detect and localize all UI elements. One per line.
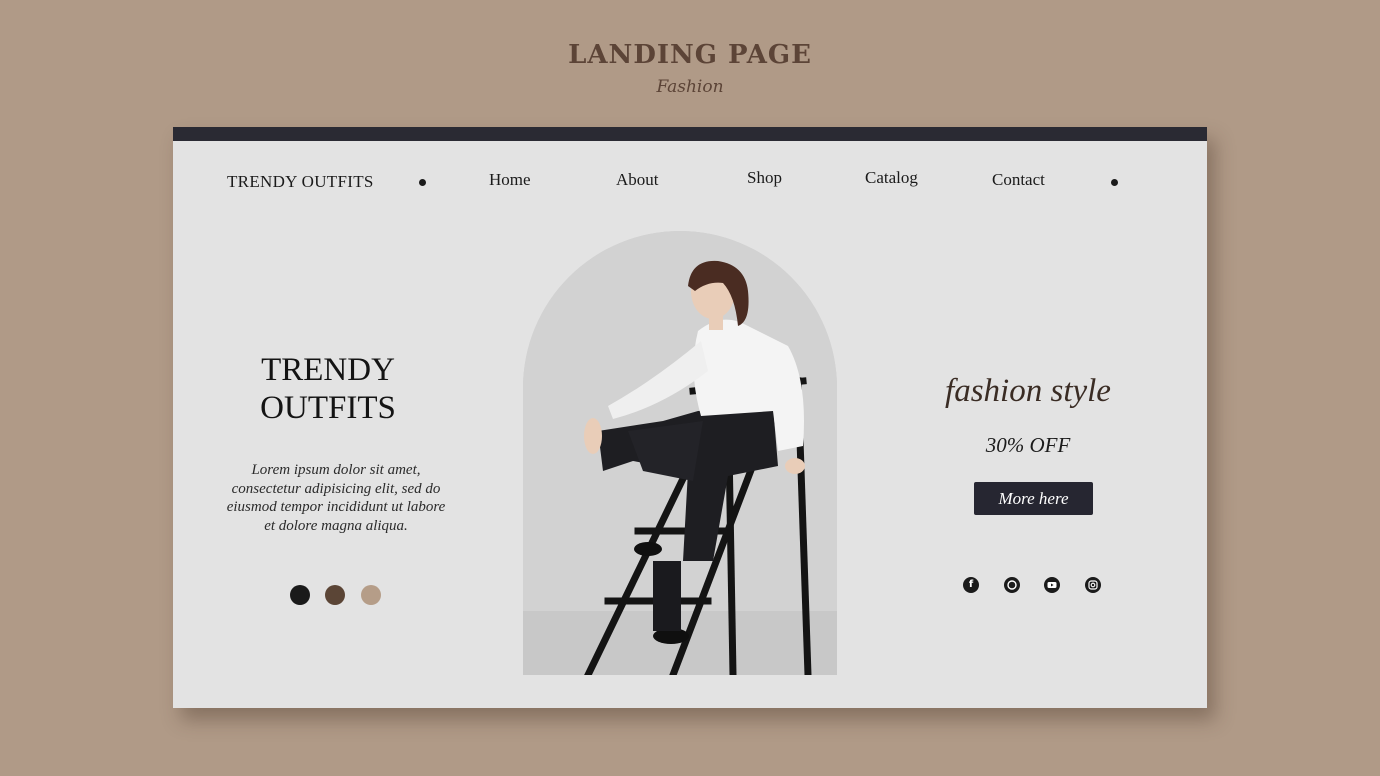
- color-swatch-black[interactable]: [290, 585, 310, 605]
- instagram-icon[interactable]: [1085, 577, 1101, 593]
- nav-item-about[interactable]: About: [616, 170, 659, 190]
- hero-title: TRENDY OUTFITS: [233, 351, 423, 427]
- youtube-icon[interactable]: [1044, 577, 1060, 593]
- nav-item-shop[interactable]: Shop: [747, 168, 782, 188]
- nav-item-catalog[interactable]: Catalog: [865, 168, 918, 188]
- more-here-button[interactable]: More here: [974, 482, 1093, 515]
- promo-discount: 30% OFF: [985, 433, 1071, 457]
- color-swatch-brown[interactable]: [325, 585, 345, 605]
- whatsapp-icon[interactable]: [1004, 577, 1020, 593]
- landing-page-mockup: TRENDY OUTFITS Home About Shop Catalog C…: [173, 127, 1207, 708]
- nav-dot-right: [1111, 179, 1118, 186]
- hero-title-line1: TRENDY: [261, 352, 395, 388]
- nav-dot-left: [419, 179, 426, 186]
- facebook-icon[interactable]: f: [963, 577, 979, 593]
- hero-title-line2: OUTFITS: [260, 390, 396, 426]
- hero-description: Lorem ipsum dolor sit amet, consectetur …: [226, 462, 446, 534]
- color-swatch-beige[interactable]: [361, 585, 381, 605]
- page-header-subtitle: Fashion: [656, 77, 724, 97]
- hero-model-image: [523, 231, 837, 675]
- promo-title: fashion style: [945, 373, 1111, 409]
- nav-item-home[interactable]: Home: [489, 170, 531, 190]
- page-header-title: LANDING PAGE: [568, 40, 812, 70]
- brand-logo[interactable]: TRENDY OUTFITS: [227, 172, 374, 192]
- nav-item-contact[interactable]: Contact: [992, 170, 1045, 190]
- browser-top-bar: [173, 127, 1207, 141]
